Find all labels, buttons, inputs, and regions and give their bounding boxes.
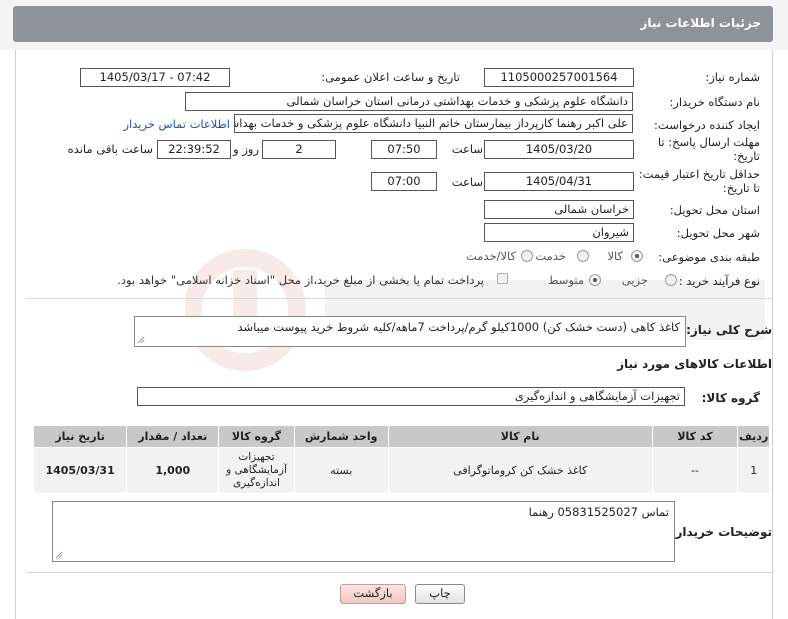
validity-time-field: 07:00 (371, 172, 437, 191)
resize-grip-icon[interactable] (55, 551, 63, 559)
process-option-minor: جزیی (621, 273, 648, 287)
cell-date: 1405/03/31 (32, 447, 128, 494)
buyer-contact-link[interactable]: اطلاعات تماس خریدار (123, 117, 230, 131)
resize-grip-icon[interactable] (137, 336, 145, 344)
cell-unit: بسته (293, 447, 389, 494)
need-number-field: 1105000257001564 (484, 68, 634, 87)
category-radio-service[interactable] (577, 250, 589, 262)
deadline-label-date: تاریخ: (733, 149, 760, 163)
goods-table-header: ردیف کد کالا نام کالا واحد شمارش گروه کا… (32, 425, 770, 448)
divider-1 (26, 298, 772, 299)
frame-edge-left (15, 50, 16, 619)
category-option-goods-service: کالا/خدمت (465, 249, 516, 263)
buyer-org-label: نام دستگاه خریدار: (669, 95, 760, 109)
col-code: کد کالا (651, 425, 739, 448)
deadline-time-word: ساعت (451, 142, 483, 156)
general-desc-text: کاغذ کاهی (دست خشک کن) 1000کیلو گرم/پردا… (237, 320, 680, 334)
process-option-medium: متوسط (547, 273, 584, 287)
process-radio-minor[interactable] (665, 274, 677, 286)
remaining-time-field: 22:39:52 (157, 140, 231, 159)
category-radio-goods[interactable] (631, 250, 643, 262)
deadline-date-field: 1405/03/20 (484, 140, 634, 159)
process-radio-medium[interactable] (589, 274, 601, 286)
category-option-goods: کالا (607, 249, 623, 263)
cell-row: 1 (737, 447, 770, 494)
min-validity-label: حداقل تاریخ اعتبار قیمت: (638, 167, 760, 181)
days-remaining-field: 2 (262, 140, 336, 159)
buyer-notes-text: تماس 05831525027 رهنما (528, 505, 669, 519)
deadline-label: مهلت ارسال پاسخ: تا (657, 135, 760, 149)
validity-time-word: ساعت (451, 175, 483, 189)
col-unit: واحد شمارش (293, 425, 389, 448)
need-number-label: شماره نیاز: (705, 70, 760, 84)
requester-label: ایجاد کننده درخواست: (654, 118, 760, 132)
buyer-notes-label: توضیحات خریدار: (670, 525, 772, 539)
goods-group-field: تجهیزات آزمایشگاهی و اندازه‌گیری (137, 387, 685, 406)
category-radio-goods-service[interactable] (521, 250, 533, 262)
min-validity-label-date: تا تاریخ: (722, 181, 760, 195)
category-label: طبقه بندی موضوعی: (658, 250, 760, 264)
cell-quantity: 1,000 (126, 447, 220, 494)
treasury-payment-checkbox[interactable] (497, 273, 508, 284)
buyer-notes-textarea[interactable]: تماس 05831525027 رهنما (52, 501, 675, 562)
buyer-org-field: دانشگاه علوم پزشکی و خدمات بهداشتی درمان… (185, 92, 633, 111)
cell-name: کاغذ خشک کن کروماتوگرافی (387, 447, 653, 494)
general-desc-textarea[interactable]: کاغذ کاهی (دست خشک کن) 1000کیلو گرم/پردا… (134, 316, 686, 347)
page-title: جزئیات اطلاعات نیاز (13, 6, 773, 42)
city-field: شیروان (484, 223, 634, 242)
col-name: نام کالا (387, 425, 653, 448)
requester-field: علی اکبر رهنما کارپرداز بیمارستان خاتم ا… (234, 114, 633, 133)
col-quantity: تعداد / مقدار (126, 425, 220, 448)
cell-group: تجهیزات آزمایشگاهی و اندازه‌گیری (218, 447, 295, 494)
province-field: خراسان شمالی (484, 200, 634, 219)
general-desc-label: شرح کلی نیاز: (686, 323, 772, 337)
goods-section-title: اطلاعات کالاهای مورد نیاز (617, 357, 772, 371)
print-button[interactable]: چاپ (415, 584, 465, 604)
frame-edge-right (772, 50, 773, 619)
process-type-label: نوع فرآیند خرید : (678, 274, 760, 288)
divider-2 (26, 572, 772, 573)
category-option-service: خدمت (535, 249, 566, 263)
province-label: استان محل تحویل: (669, 203, 760, 217)
col-row: ردیف (737, 425, 770, 448)
announce-label: تاریخ و ساعت اعلان عمومی: (321, 70, 460, 84)
table-row: 1 -- کاغذ خشک کن کروماتوگرافی بسته تجهیز… (32, 447, 770, 494)
validity-date-field: 1405/04/31 (484, 172, 634, 191)
city-label: شهر محل تحویل: (676, 226, 760, 240)
deadline-time-field: 07:50 (371, 140, 437, 159)
goods-table: ردیف کد کالا نام کالا واحد شمارش گروه کا… (32, 425, 770, 494)
col-date: تاریخ نیاز (32, 425, 128, 448)
treasury-payment-note: پرداخت تمام یا بخشی از مبلغ خرید،از محل … (117, 273, 484, 287)
remaining-word: ساعت باقی مانده (67, 142, 153, 156)
announce-datetime-field: 1405/03/17 - 07:42 (80, 68, 230, 87)
back-button[interactable]: بازگشت (340, 584, 406, 604)
goods-group-label: گروه کالا: (701, 391, 760, 405)
days-word: روز و (233, 142, 259, 156)
col-group: گروه کالا (218, 425, 295, 448)
cell-code: -- (651, 447, 739, 494)
